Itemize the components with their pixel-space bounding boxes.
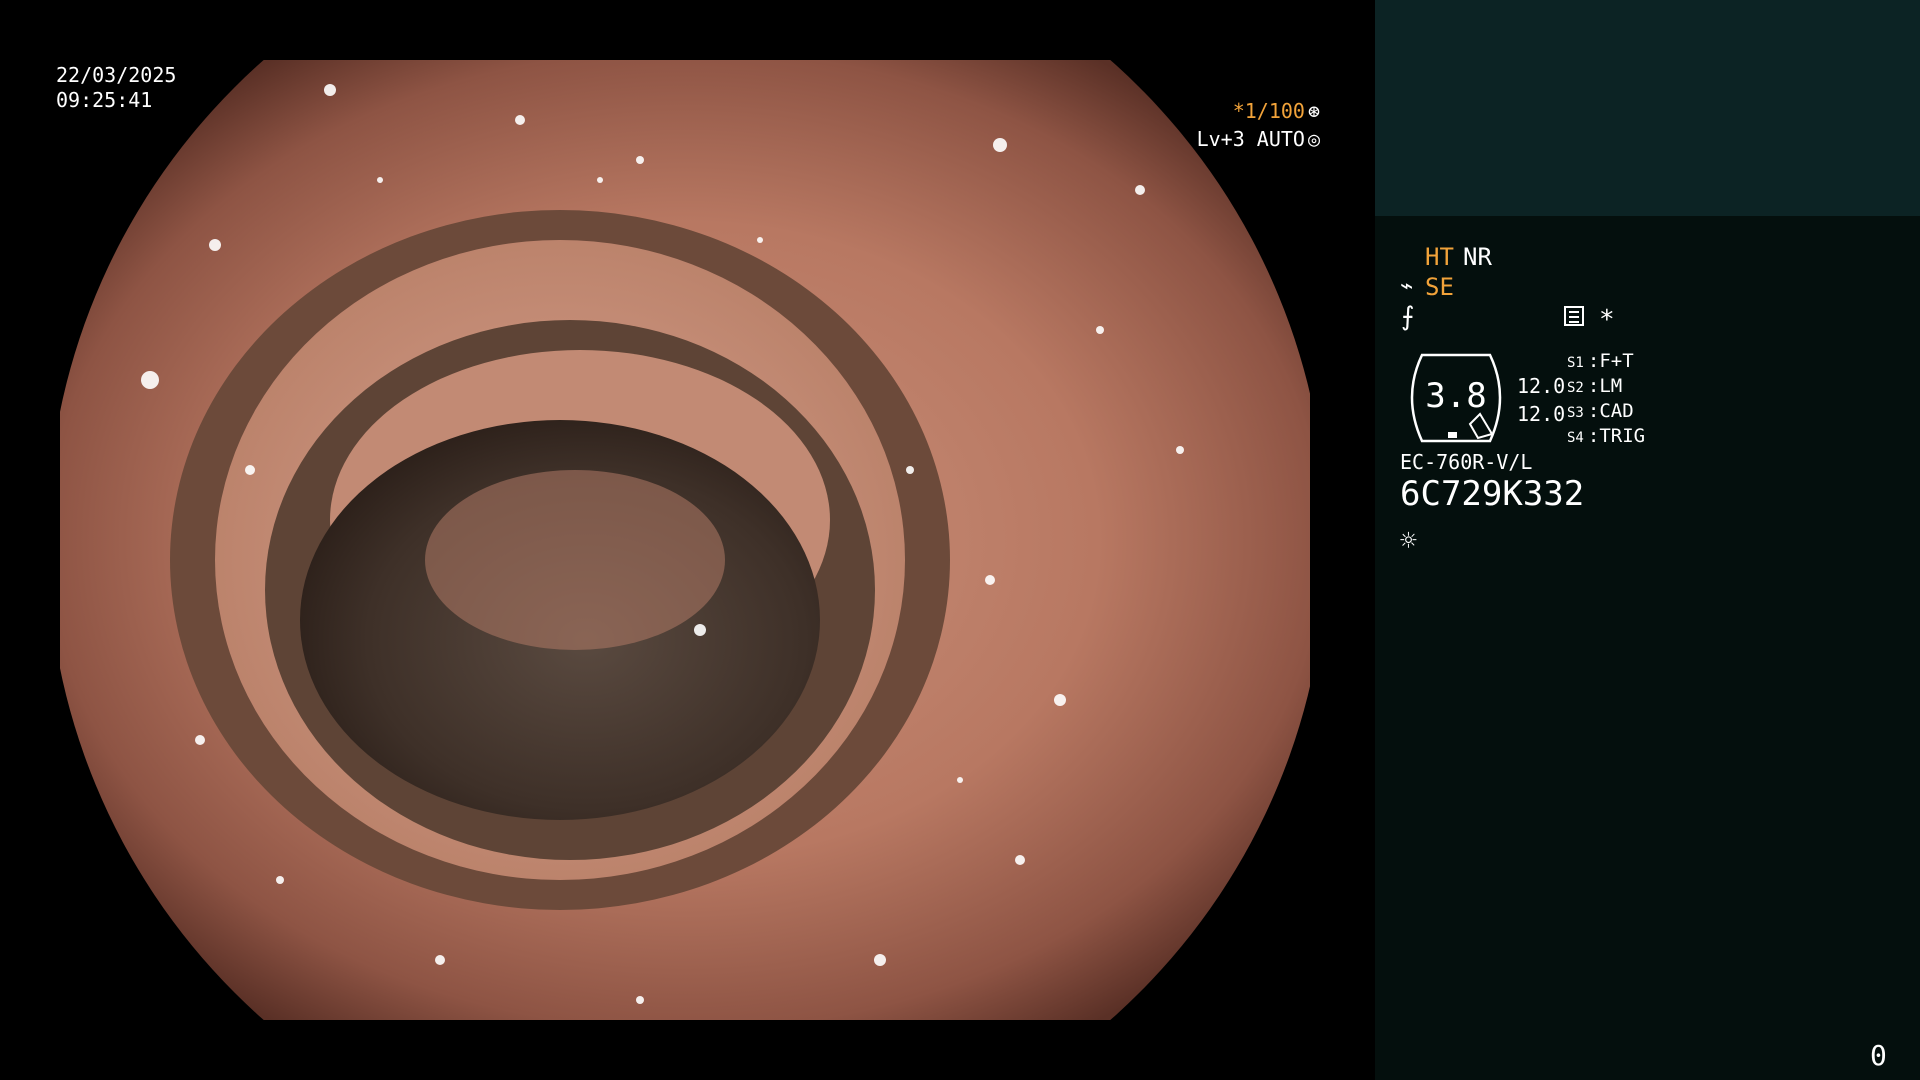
nr-indicator: NR [1463,243,1492,271]
shutter-value: *1/100 [1232,99,1305,123]
switch-s3: S3:CAD [1567,400,1634,422]
endoscope-image [60,60,1310,1020]
setting-value-b: 12.0 [1517,402,1566,426]
switch-key: S3 [1567,405,1584,421]
freeze-icon: ⨍ [1401,302,1415,332]
switch-value: F+T [1599,350,1634,372]
time-readout: 09:25:41 [56,88,153,112]
memo-icon [1564,306,1584,326]
switch-s2: S2:LM [1567,375,1623,397]
light-source-icon: ☼ [1400,524,1417,557]
setting-value-a: 12.0 [1517,374,1566,398]
scope-tip-icon: ⌁ [1400,274,1414,299]
switch-value: LM [1599,375,1623,397]
shutter-readout: *1/100 ⊛ [1233,99,1320,123]
switch-key: S4 [1567,430,1584,446]
se-indicator: SE [1425,273,1454,301]
brightness-level-readout: Lv+3 AUTO ◎ [1197,127,1320,151]
switch-s1: S1:F+T [1567,350,1634,372]
switch-key: S1 [1567,355,1584,371]
scope-serial: 6C729K332 [1400,474,1585,514]
ht-indicator: HT [1425,243,1454,271]
aperture-icon: ⊛ [1307,99,1320,123]
level-value: Lv+3 AUTO [1196,127,1305,151]
gauge-value: 3.8 [1425,376,1487,416]
endoscope-viewer: 22/03/2025 09:25:41 *1/100 ⊛ Lv+3 AUTO ◎ [0,0,1375,1080]
switch-value: CAD [1599,400,1634,422]
star-indicator: * [1599,305,1615,335]
switch-s4: S4:TRIG [1567,425,1646,447]
date-readout: 22/03/2025 [56,63,177,87]
switch-value: TRIG [1599,425,1646,447]
image-counter: 0 [1870,1039,1887,1072]
scope-model: EC-760R-V/L [1400,450,1533,474]
status-panel: HT NR ⌁ SE ⨍ * 3.8 12.0 12.0 S1:F+T S2:L… [1375,216,1920,1080]
switch-key: S2 [1567,380,1584,396]
patient-info-area [1375,0,1920,216]
auto-iris-icon: ◎ [1307,127,1320,151]
